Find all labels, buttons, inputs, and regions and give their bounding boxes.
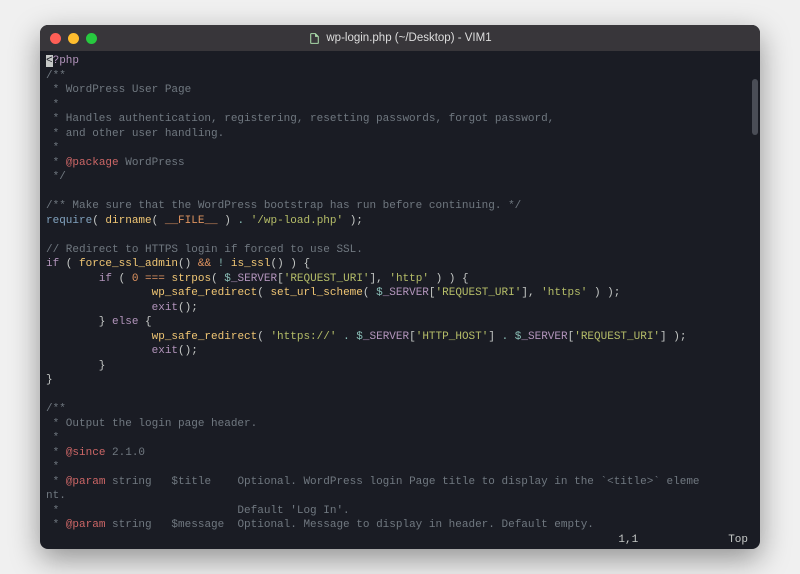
comment-line: *	[46, 476, 66, 488]
comment-line: *	[46, 447, 66, 459]
string: 'REQUEST_URI'	[284, 273, 370, 285]
string: 'REQUEST_URI'	[436, 287, 522, 299]
string: 'http'	[389, 273, 429, 285]
comment-line: // Redirect to HTTPS login if forced to …	[46, 244, 363, 256]
var: _SERVER	[383, 287, 429, 299]
punct: );	[343, 215, 363, 227]
keyword: exit	[152, 345, 178, 357]
scroll-position: Top	[728, 534, 748, 546]
doc-tag: @param	[66, 476, 106, 488]
var: _SERVER	[363, 331, 409, 343]
op: &&	[198, 258, 211, 270]
comment-line: * WordPress User Page	[46, 84, 191, 96]
string: 'REQUEST_URI'	[574, 331, 660, 343]
func: wp_safe_redirect	[152, 287, 258, 299]
var: $	[356, 331, 363, 343]
keyword: if	[46, 258, 59, 270]
string: 'https'	[541, 287, 587, 299]
func: dirname	[105, 215, 151, 227]
keyword: else	[112, 316, 138, 328]
comment-line: * Handles authentication, registering, r…	[46, 113, 554, 125]
keyword: require	[46, 215, 92, 227]
func: strpos	[171, 273, 211, 285]
comment-line: *	[46, 157, 66, 169]
statusbar: 1,1 Top	[40, 533, 760, 549]
close-button[interactable]	[50, 33, 61, 44]
window-title: wp-login.php (~/Desktop) - VIM1	[40, 32, 760, 45]
comment-line: /**	[46, 70, 66, 82]
maximize-button[interactable]	[86, 33, 97, 44]
string: '/wp-load.php'	[251, 215, 343, 227]
string: 'HTTP_HOST'	[416, 331, 489, 343]
comment-line: WordPress	[119, 157, 185, 169]
func: is_ssl	[231, 258, 271, 270]
comment-line: *	[46, 519, 66, 531]
comment-line: string $message Optional. Message to dis…	[105, 519, 593, 531]
comment-line: string $title Optional. WordPress login …	[105, 476, 699, 488]
doc-tag: @package	[66, 157, 119, 169]
minimize-button[interactable]	[68, 33, 79, 44]
doc-tag: @param	[66, 519, 106, 531]
func: force_ssl_admin	[79, 258, 178, 270]
comment-line: *	[46, 461, 59, 473]
cursor-position: 1,1	[618, 534, 638, 546]
window-title-text: wp-login.php (~/Desktop) - VIM1	[326, 32, 491, 44]
comment-line: *	[46, 432, 59, 444]
keyword: if	[99, 273, 112, 285]
comment-line: /**	[46, 403, 66, 415]
comment-line: */	[46, 171, 66, 183]
comment-line: * Output the login page header.	[46, 418, 257, 430]
editor-content[interactable]: <?php /** * WordPress User Page * * Hand…	[40, 51, 760, 533]
comment-line: * Default 'Log In'.	[46, 505, 350, 517]
func: wp_safe_redirect	[152, 331, 258, 343]
scrollbar-thumb[interactable]	[752, 79, 758, 135]
op: ===	[145, 273, 165, 285]
editor-window: wp-login.php (~/Desktop) - VIM1 <?php /*…	[40, 25, 760, 549]
comment-line: /** Make sure that the WordPress bootstr…	[46, 200, 521, 212]
doc-tag: @since	[66, 447, 106, 459]
var: $	[224, 273, 231, 285]
var: _SERVER	[231, 273, 277, 285]
comment-line: *	[46, 99, 59, 111]
keyword: exit	[152, 302, 178, 314]
string: 'https://'	[270, 331, 336, 343]
traffic-lights	[50, 33, 97, 44]
var: _SERVER	[521, 331, 567, 343]
op: .	[343, 331, 350, 343]
comment-line: *	[46, 142, 59, 154]
var: $	[376, 287, 383, 299]
titlebar[interactable]: wp-login.php (~/Desktop) - VIM1	[40, 25, 760, 51]
code-area[interactable]: <?php /** * WordPress User Page * * Hand…	[46, 54, 754, 533]
comment-line: nt.	[46, 490, 66, 502]
comment-line: 2.1.0	[105, 447, 145, 459]
file-icon	[308, 32, 321, 45]
const: __FILE__	[165, 215, 218, 227]
comment-line: * and other user handling.	[46, 128, 224, 140]
func: set_url_scheme	[270, 287, 362, 299]
php-open-tag: <	[46, 55, 53, 67]
php-open-tag-rest: ?php	[53, 55, 79, 67]
